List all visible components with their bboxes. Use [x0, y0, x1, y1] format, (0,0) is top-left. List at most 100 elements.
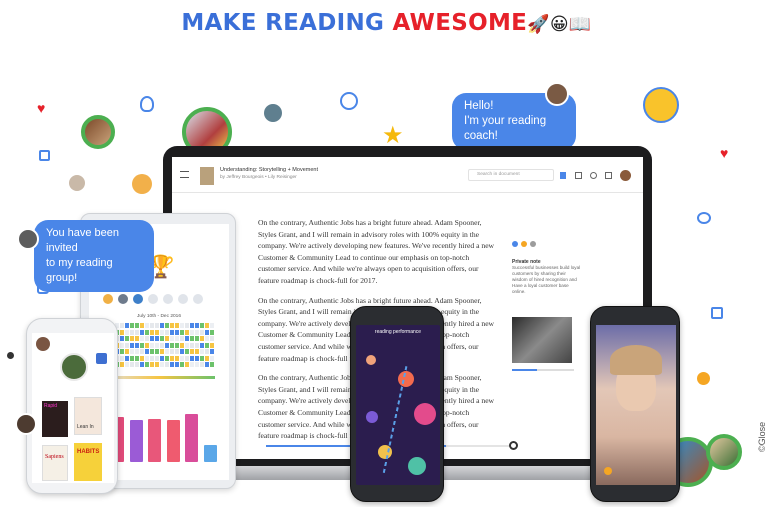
heart-icon-right: ♥	[720, 145, 729, 161]
book-cover-3[interactable]: Sapiens	[42, 445, 68, 481]
heatmap-cell	[125, 349, 129, 354]
heatmap-cell	[130, 349, 134, 354]
heatmap-cell	[180, 342, 184, 348]
chart-bar	[166, 419, 180, 462]
search-placeholder: Search in document	[477, 172, 520, 177]
heatmap-cell	[170, 362, 174, 367]
book2-title: Lean In	[77, 424, 94, 430]
heatmap-cell	[160, 349, 164, 354]
heatmap-cell	[150, 349, 154, 354]
heatmap-cell	[135, 362, 139, 367]
heatmap-cell	[170, 355, 174, 361]
heatmap-cell	[160, 362, 164, 367]
heatmap-cell	[140, 336, 144, 341]
invite-bubble: You have been invited to my reading grou…	[34, 220, 154, 292]
inviter-avatar	[17, 228, 39, 250]
heatmap-cell	[175, 323, 179, 328]
heatmap-cell	[210, 362, 214, 367]
book3-title: Sapiens	[45, 454, 64, 460]
info-icon[interactable]	[590, 172, 597, 179]
heatmap-cell	[145, 349, 149, 354]
heatmap-cell	[180, 362, 184, 367]
heatmap-cell	[170, 329, 174, 335]
book-cover-2[interactable]: Lean In	[74, 397, 102, 435]
heatmap-cell	[120, 362, 124, 367]
phone-right-screen	[596, 325, 676, 485]
heatmap-legend	[103, 376, 215, 379]
heatmap-cell	[130, 355, 134, 361]
comment-icon[interactable]	[530, 241, 536, 247]
video-progress[interactable]	[512, 369, 574, 371]
heatmap-cell	[155, 362, 159, 367]
planet-3	[414, 403, 436, 425]
heatmap-cell	[210, 336, 214, 341]
heatmap-cell	[175, 342, 179, 348]
lightbulb-icon	[140, 96, 154, 112]
heatmap-cell	[165, 336, 169, 341]
planet-1	[366, 355, 376, 365]
book-cover-1[interactable]: Rapid	[42, 401, 68, 437]
laughing-emoji-icon	[643, 87, 679, 123]
heatmap-cell	[145, 362, 149, 367]
search-input[interactable]: Search in document	[468, 169, 554, 181]
menu-icon[interactable]	[180, 171, 189, 178]
heatmap-cell	[165, 323, 169, 328]
text-size-icon[interactable]	[605, 172, 612, 179]
credit: ©Glose	[757, 421, 767, 452]
heatmap-cell	[185, 355, 189, 361]
path-line	[382, 365, 408, 475]
heatmap-cell	[165, 355, 169, 361]
profile-avatar[interactable]	[36, 337, 50, 351]
group-members-row	[103, 294, 203, 304]
share-icon[interactable]	[96, 353, 107, 364]
heatmap-cell	[130, 329, 134, 335]
heatmap-cell	[150, 342, 154, 348]
reader-avatar-left	[15, 413, 37, 435]
heatmap-cell	[185, 329, 189, 335]
profile-photo	[60, 353, 88, 381]
heatmap-cell	[130, 342, 134, 348]
heatmap-cell	[180, 323, 184, 328]
heatmap-cell	[180, 355, 184, 361]
reaction-emoji[interactable]	[604, 467, 612, 475]
phone-left-screen: Rapid Lean In Sapiens HABITS	[32, 333, 114, 483]
like-icon[interactable]	[512, 241, 518, 247]
heatmap-cell	[155, 355, 159, 361]
reader-toolbar: Understanding: Storytelling + Movement b…	[172, 157, 643, 193]
phone-left: Rapid Lean In Sapiens HABITS	[26, 318, 118, 494]
user-avatar[interactable]	[620, 170, 631, 181]
heatmap-cell	[145, 329, 149, 335]
heatmap-cell	[145, 336, 149, 341]
heatmap-cell	[210, 342, 214, 348]
emoji-reaction-icon[interactable]	[521, 241, 527, 247]
book-cover-4[interactable]: HABITS	[74, 443, 102, 481]
heatmap-cell	[130, 336, 134, 341]
heatmap-cell	[125, 336, 129, 341]
planet-6	[408, 457, 426, 475]
heatmap-cell	[155, 336, 159, 341]
heatmap-cell	[165, 362, 169, 367]
bookmark-icon[interactable]	[560, 172, 566, 179]
heatmap-cell	[205, 342, 209, 348]
headline-part1: MAKE READING	[181, 10, 393, 36]
heatmap-cell	[160, 329, 164, 335]
heatmap-cell	[145, 342, 149, 348]
heatmap-cell	[150, 336, 154, 341]
heatmap-cell	[205, 349, 209, 354]
heatmap-cell	[175, 355, 179, 361]
heatmap-cell	[210, 349, 214, 354]
progress-handle[interactable]	[509, 441, 518, 450]
heatmap-cell	[155, 329, 159, 335]
heatmap-cell	[180, 336, 184, 341]
heatmap-cell	[185, 362, 189, 367]
heatmap-cell	[140, 362, 144, 367]
heatmap-cell	[195, 336, 199, 341]
notes-icon[interactable]	[575, 172, 582, 179]
video-thumbnail[interactable]	[512, 317, 572, 363]
heatmap-cell	[125, 329, 129, 335]
heatmap-cell	[200, 323, 204, 328]
side-note-text: Successful businesses build loyal custom…	[512, 265, 581, 294]
heatmap-cell	[185, 349, 189, 354]
chart-bar	[185, 413, 198, 462]
heatmap-cell	[175, 362, 179, 367]
